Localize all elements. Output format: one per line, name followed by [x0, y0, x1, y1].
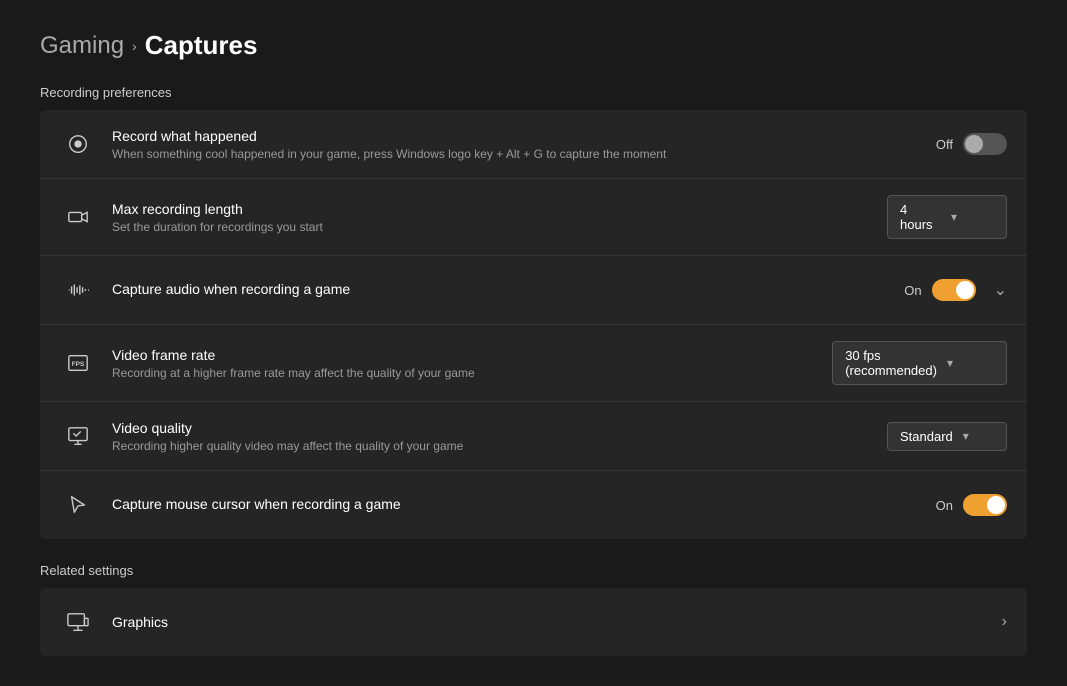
setting-record-what-happened: Record what happened When something cool…	[40, 110, 1027, 179]
record-what-happened-control: Off	[936, 133, 1007, 155]
setting-capture-mouse: Capture mouse cursor when recording a ga…	[40, 471, 1027, 539]
video-quality-dropdown-value: Standard	[900, 429, 953, 444]
capture-mouse-toggle-label: On	[936, 498, 953, 513]
max-recording-text: Max recording length Set the duration fo…	[112, 201, 887, 234]
video-quality-dropdown[interactable]: Standard ▾	[887, 422, 1007, 451]
graphics-chevron: ›	[1002, 613, 1007, 631]
record-what-happened-text: Record what happened When something cool…	[112, 128, 936, 161]
graphics-label: Graphics	[112, 614, 1002, 630]
video-frame-rate-desc: Recording at a higher frame rate may aff…	[112, 366, 832, 380]
recording-preferences-group: Record what happened When something cool…	[40, 110, 1027, 539]
capture-audio-text: Capture audio when recording a game	[112, 281, 904, 300]
max-recording-control: 4 hours ▾	[887, 195, 1007, 239]
record-toggle-label: Off	[936, 137, 953, 152]
related-settings-title: Related settings	[40, 563, 1027, 578]
breadcrumb: Gaming › Captures	[40, 30, 1027, 61]
capture-mouse-icon	[60, 487, 96, 523]
capture-audio-label: Capture audio when recording a game	[112, 281, 904, 297]
setting-video-frame-rate: FPS Video frame rate Recording at a high…	[40, 325, 1027, 402]
max-recording-dropdown-arrow: ▾	[951, 210, 992, 224]
related-settings-group: Graphics ›	[40, 588, 1027, 656]
capture-audio-icon	[60, 272, 96, 308]
video-frame-rate-dropdown-arrow: ▾	[947, 356, 992, 370]
setting-max-recording-length: Max recording length Set the duration fo…	[40, 179, 1027, 256]
video-frame-rate-text: Video frame rate Recording at a higher f…	[112, 347, 832, 380]
record-what-happened-desc: When something cool happened in your gam…	[112, 147, 936, 161]
breadcrumb-parent[interactable]: Gaming	[40, 32, 124, 60]
svg-text:FPS: FPS	[72, 361, 85, 368]
max-recording-dropdown[interactable]: 4 hours ▾	[887, 195, 1007, 239]
record-toggle[interactable]	[963, 133, 1007, 155]
record-icon	[60, 126, 96, 162]
graphics-icon	[60, 604, 96, 640]
capture-audio-toggle[interactable]	[932, 279, 976, 301]
setting-capture-audio: Capture audio when recording a game On ⌄	[40, 256, 1027, 325]
video-frame-rate-label: Video frame rate	[112, 347, 832, 363]
video-frame-rate-icon: FPS	[60, 345, 96, 381]
setting-video-quality: Video quality Recording higher quality v…	[40, 402, 1027, 471]
video-quality-icon	[60, 418, 96, 454]
video-quality-control: Standard ▾	[887, 422, 1007, 451]
related-graphics[interactable]: Graphics ›	[40, 588, 1027, 656]
video-quality-dropdown-arrow: ▾	[963, 429, 992, 443]
record-what-happened-label: Record what happened	[112, 128, 936, 144]
max-recording-dropdown-value: 4 hours	[900, 202, 941, 232]
capture-audio-toggle-label: On	[904, 283, 921, 298]
video-frame-rate-dropdown-value: 30 fps (recommended)	[845, 348, 937, 378]
capture-mouse-text: Capture mouse cursor when recording a ga…	[112, 496, 936, 515]
capture-mouse-label: Capture mouse cursor when recording a ga…	[112, 496, 936, 512]
recording-preferences-title: Recording preferences	[40, 85, 1027, 100]
max-recording-icon	[60, 199, 96, 235]
breadcrumb-current: Captures	[145, 30, 258, 61]
max-recording-label: Max recording length	[112, 201, 887, 217]
capture-mouse-toggle[interactable]	[963, 494, 1007, 516]
video-quality-text: Video quality Recording higher quality v…	[112, 420, 887, 453]
capture-mouse-control: On	[936, 494, 1007, 516]
video-quality-label: Video quality	[112, 420, 887, 436]
capture-audio-control: On ⌄	[904, 279, 1007, 301]
max-recording-desc: Set the duration for recordings you star…	[112, 220, 887, 234]
breadcrumb-separator: ›	[132, 38, 137, 54]
page-container: Gaming › Captures Recording preferences …	[0, 0, 1067, 686]
video-quality-desc: Recording higher quality video may affec…	[112, 439, 887, 453]
video-frame-rate-dropdown[interactable]: 30 fps (recommended) ▾	[832, 341, 1007, 385]
video-frame-rate-control: 30 fps (recommended) ▾	[832, 341, 1007, 385]
capture-audio-expand[interactable]: ⌄	[994, 280, 1007, 300]
